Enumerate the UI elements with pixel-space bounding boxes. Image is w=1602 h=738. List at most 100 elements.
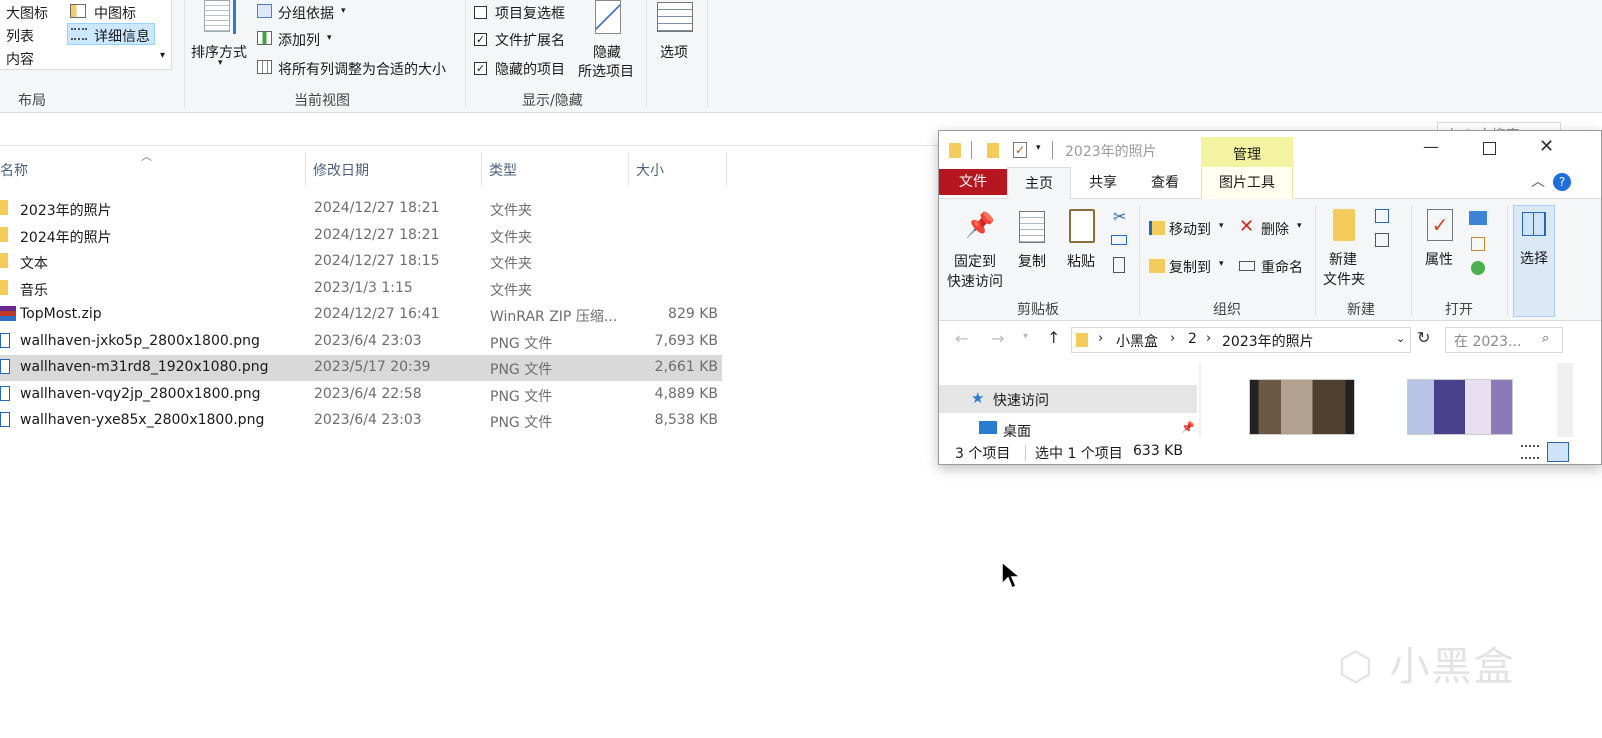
open-icon[interactable] bbox=[1469, 211, 1487, 225]
add-column-button[interactable]: 添加列 bbox=[278, 30, 320, 50]
refresh-icon[interactable]: ↻ bbox=[1417, 328, 1430, 347]
fit-columns-button[interactable]: 将所有列调整为合适的大小 bbox=[278, 59, 446, 79]
pin-to-quick-access-button-line2[interactable]: 快速访问 bbox=[947, 271, 1003, 291]
file-row[interactable]: 2024年的照片 2024/12/27 18:21 文件夹 bbox=[0, 223, 722, 249]
content-scrollbar[interactable] bbox=[1557, 363, 1573, 437]
layout-scroll-arrow[interactable]: ▾ bbox=[160, 50, 165, 61]
hide-selected-button-line2[interactable]: 所选项目 bbox=[578, 61, 634, 81]
pin-to-quick-access-button[interactable]: 固定到 bbox=[954, 251, 996, 271]
options-button[interactable]: 选项 bbox=[660, 42, 688, 62]
qat-dropdown-icon[interactable]: ▾ bbox=[1036, 143, 1041, 153]
file-extensions-checkbox[interactable]: ✓ bbox=[474, 33, 487, 46]
copy-button[interactable]: 复制 bbox=[1018, 251, 1046, 271]
column-header-name[interactable]: 名称 bbox=[0, 160, 28, 184]
tab-file[interactable]: 文件 bbox=[939, 169, 1007, 195]
file-size: 7,693 KB bbox=[654, 332, 718, 349]
file-date: 2024/12/27 18:21 bbox=[314, 200, 440, 216]
nav-item-desktop[interactable]: 桌面 📌 bbox=[939, 415, 1197, 437]
nav-scrollbar[interactable] bbox=[1199, 363, 1201, 437]
delete-button[interactable]: 删除 bbox=[1261, 219, 1289, 239]
search-input[interactable]: 在 2023... ⌕ bbox=[1445, 327, 1563, 353]
collapse-ribbon-icon[interactable]: ︿ bbox=[1531, 171, 1545, 191]
help-icon[interactable]: ? bbox=[1553, 173, 1571, 191]
minimize-button[interactable]: — bbox=[1423, 137, 1439, 156]
options-icon bbox=[657, 2, 693, 32]
easy-access-icon[interactable] bbox=[1375, 233, 1389, 247]
column-header-size[interactable]: 大小 bbox=[636, 160, 664, 184]
watermark-text: 小黑盒 bbox=[1389, 644, 1516, 690]
properties-button[interactable]: 属性 bbox=[1425, 249, 1453, 269]
thumbnail-view-icon[interactable] bbox=[1547, 442, 1569, 462]
thumbnail-image[interactable] bbox=[1407, 379, 1513, 435]
column-header-type[interactable]: 类型 bbox=[489, 160, 517, 184]
copy-to-button[interactable]: 复制到 bbox=[1169, 257, 1211, 277]
file-date: 2023/6/4 23:03 bbox=[314, 412, 422, 428]
address-bar[interactable]: › 小黑盒 › 2 › 2023年的照片 ⌄ bbox=[1071, 327, 1411, 353]
up-icon[interactable]: ↑ bbox=[1047, 328, 1060, 347]
history-icon[interactable] bbox=[1471, 261, 1485, 275]
breadcrumb-item[interactable]: 小黑盒 bbox=[1116, 331, 1158, 351]
title-bar[interactable]: ✓ ▾ 2023年的照片 管理 — ✕ bbox=[939, 131, 1601, 167]
move-to-icon bbox=[1149, 221, 1165, 235]
medium-icons-option[interactable]: 中图标 bbox=[94, 3, 136, 23]
hidden-items-checkbox[interactable]: ✓ bbox=[474, 62, 487, 75]
chevron-down-icon[interactable]: ⌄ bbox=[1396, 332, 1405, 345]
close-button[interactable]: ✕ bbox=[1539, 136, 1554, 157]
explorer-window-2023-photos[interactable]: ✓ ▾ 2023年的照片 管理 — ✕ 文件 主页 共享 查看 图片工具 ︿ ?… bbox=[938, 130, 1602, 465]
details-option[interactable]: 详细信息 bbox=[67, 23, 155, 45]
details-view-icon[interactable] bbox=[1521, 445, 1539, 459]
content-option[interactable]: 内容 bbox=[6, 49, 34, 69]
hide-selected-icon bbox=[595, 0, 621, 34]
new-group-label: 新建 bbox=[1347, 302, 1375, 318]
maximize-button[interactable] bbox=[1483, 142, 1496, 155]
new-item-icon[interactable] bbox=[1375, 209, 1389, 223]
layout-group-label: 布局 bbox=[18, 93, 46, 109]
large-icons-option[interactable]: 大图标 bbox=[6, 3, 48, 23]
copy-path-icon[interactable] bbox=[1111, 235, 1127, 245]
back-icon[interactable]: ← bbox=[955, 329, 968, 348]
forward-icon[interactable]: → bbox=[991, 329, 1004, 348]
divider bbox=[184, 0, 185, 108]
column-header-date[interactable]: 修改日期 bbox=[313, 160, 369, 184]
breadcrumb-item[interactable]: 2 bbox=[1188, 331, 1197, 347]
file-row[interactable]: wallhaven-jxko5p_2800x1800.png 2023/6/4 2… bbox=[0, 329, 722, 355]
folder-icon[interactable] bbox=[987, 143, 999, 158]
file-row[interactable]: TopMost.zip 2024/12/27 16:41 WinRAR ZIP 压缩… bbox=[0, 302, 722, 328]
tab-picture-tools[interactable]: 图片工具 bbox=[1201, 167, 1293, 199]
item-checkboxes-checkbox[interactable] bbox=[474, 6, 487, 19]
file-row[interactable]: 音乐 2023/1/3 1:15 文件夹 bbox=[0, 276, 722, 302]
paste-shortcut-icon[interactable] bbox=[1113, 257, 1125, 273]
fit-columns-icon bbox=[257, 60, 272, 74]
nav-item-quick-access[interactable]: ★ 快速访问 bbox=[939, 385, 1197, 413]
edit-icon[interactable] bbox=[1471, 237, 1485, 251]
hide-selected-button[interactable]: 隐藏 bbox=[593, 42, 621, 62]
thumbnail-image[interactable] bbox=[1249, 379, 1355, 435]
file-row[interactable]: 2023年的照片 2024/12/27 18:21 文件夹 bbox=[0, 196, 722, 222]
move-to-button[interactable]: 移动到 bbox=[1169, 219, 1211, 239]
new-folder-button[interactable]: 新建 bbox=[1329, 249, 1357, 269]
file-date: 2024/12/27 16:41 bbox=[314, 306, 440, 322]
new-folder-button-line2[interactable]: 文件夹 bbox=[1323, 269, 1365, 289]
file-row[interactable]: wallhaven-m31rd8_1920x1080.png 2023/5/17 … bbox=[0, 355, 722, 381]
select-button[interactable]: 选择 bbox=[1513, 205, 1555, 317]
recent-dropdown-icon[interactable]: ▾ bbox=[1023, 331, 1028, 342]
file-row[interactable]: wallhaven-vqy2jp_2800x1800.png 2023/6/4 2… bbox=[0, 382, 722, 408]
column-divider[interactable] bbox=[305, 152, 306, 186]
column-divider[interactable] bbox=[726, 152, 727, 186]
folder-icon bbox=[0, 279, 8, 295]
file-row[interactable]: wallhaven-yxe85x_2800x1800.png 2023/6/4 2… bbox=[0, 408, 722, 434]
column-divider[interactable] bbox=[628, 152, 629, 186]
cut-icon[interactable]: ✂ bbox=[1113, 207, 1126, 226]
paste-button[interactable]: 粘贴 bbox=[1067, 251, 1095, 271]
rename-button[interactable]: 重命名 bbox=[1261, 257, 1303, 277]
tab-home[interactable]: 主页 bbox=[1007, 167, 1071, 200]
list-option[interactable]: 列表 bbox=[6, 26, 34, 46]
column-divider[interactable] bbox=[481, 152, 482, 186]
tab-view[interactable]: 查看 bbox=[1135, 167, 1195, 199]
properties-check-icon[interactable]: ✓ bbox=[1013, 142, 1027, 158]
tab-share[interactable]: 共享 bbox=[1073, 167, 1133, 199]
breadcrumb-item[interactable]: 2023年的照片 bbox=[1222, 331, 1314, 351]
group-by-button[interactable]: 分组依据 bbox=[278, 3, 334, 23]
file-row[interactable]: 文本 2024/12/27 18:15 文件夹 bbox=[0, 249, 722, 275]
manage-contextual-tab-header: 管理 bbox=[1201, 137, 1293, 167]
